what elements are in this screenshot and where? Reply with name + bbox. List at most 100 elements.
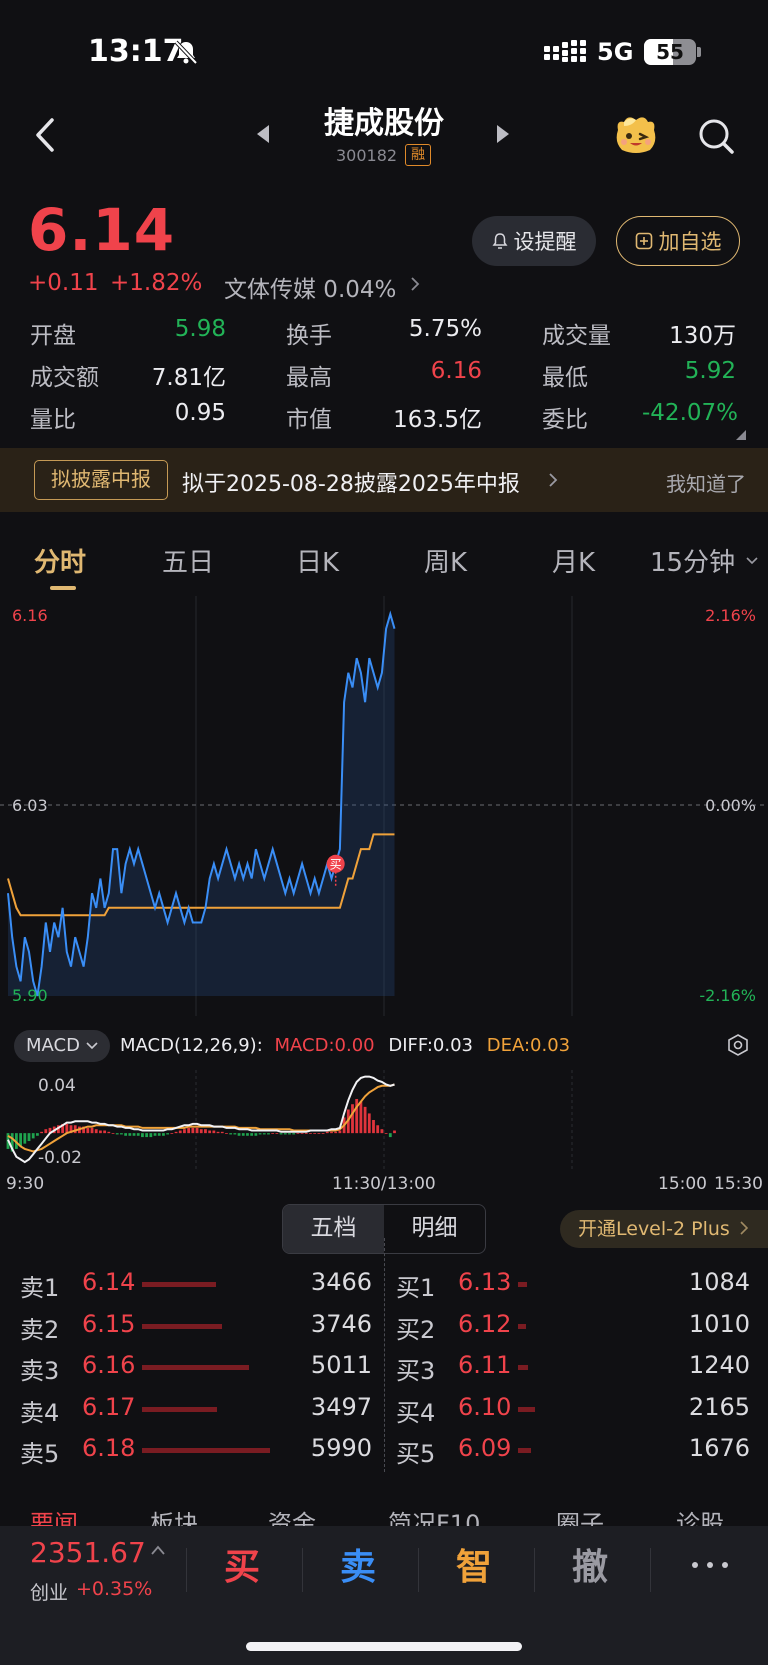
- volume-bar: [142, 1282, 216, 1287]
- bid-row[interactable]: 买2 6.12 1010: [396, 1310, 750, 1350]
- network-label: 5G: [597, 38, 634, 66]
- macd-bar: [120, 1133, 123, 1135]
- stat-value: 5.92: [684, 358, 736, 384]
- hexagon-settings-icon[interactable]: [726, 1033, 750, 1057]
- status-time: 13:17: [88, 34, 184, 69]
- y-axis-min-label: 5.90: [12, 986, 48, 1005]
- stat-value: 163.5亿: [393, 407, 482, 433]
- macd-bottom-label: -0.02: [38, 1148, 82, 1168]
- tab-five-levels[interactable]: 五档: [283, 1205, 384, 1253]
- bell-muted-icon: [174, 40, 198, 65]
- tab-daily-k[interactable]: 日K: [296, 542, 339, 579]
- level-volume: 1240: [688, 1351, 750, 1379]
- tab-diagnosis[interactable]: 诊股: [676, 1504, 724, 1526]
- macd-bar: [283, 1133, 287, 1135]
- bid-row[interactable]: 买5 6.09 1676: [396, 1434, 750, 1474]
- sector-link[interactable]: 文体传媒 0.04%: [224, 270, 396, 304]
- tab-sector[interactable]: 板块: [150, 1504, 198, 1526]
- macd-bar: [136, 1133, 140, 1136]
- price-change-percent: +1.82%: [110, 270, 203, 296]
- stat-value: 130万: [669, 323, 736, 349]
- intraday-chart[interactable]: 买 6.16 6.03 5.90 2.16% 0.00% -2.16%: [0, 596, 768, 1016]
- indicator-select[interactable]: MACD: [14, 1030, 110, 1062]
- macd-bar: [233, 1133, 237, 1135]
- y-axis-mid-label: 6.03: [12, 796, 48, 815]
- price-change: +0.11: [28, 270, 99, 296]
- macd-bar: [250, 1133, 254, 1136]
- search-icon[interactable]: [696, 116, 736, 156]
- stat-label: 最高: [286, 365, 332, 391]
- stat-label: 委比: [542, 407, 588, 433]
- ask-row[interactable]: 卖2 6.15 3746: [20, 1310, 372, 1350]
- set-alert-label: 设提醒: [513, 230, 577, 254]
- cancel-order-button[interactable]: 撤: [550, 1538, 630, 1590]
- macd-bar: [309, 1133, 312, 1134]
- expand-corner-icon[interactable]: [736, 430, 746, 440]
- bid-row[interactable]: 买4 6.10 2165: [396, 1393, 750, 1433]
- level-volume: 1084: [688, 1268, 750, 1296]
- ask-row[interactable]: 卖1 6.14 3466: [20, 1268, 372, 1308]
- sell-button[interactable]: 卖: [318, 1538, 398, 1590]
- trade-marker-label: 买: [330, 857, 342, 871]
- stat-value: 0.95: [174, 400, 226, 426]
- more-dots-icon[interactable]: [690, 1560, 730, 1570]
- macd-bar: [367, 1113, 371, 1134]
- ask-row[interactable]: 卖5 6.18 5990: [20, 1434, 372, 1474]
- battery-tip: [697, 47, 701, 57]
- tab-intraday[interactable]: 分时: [34, 542, 86, 579]
- macd-values: MACD(12,26,9): MACD:0.00 DIFF:0.03 DEA:0…: [120, 1035, 570, 1056]
- volume-bar: [518, 1282, 527, 1287]
- level-volume: 3466: [310, 1268, 372, 1296]
- time-axis: 9:30 11:30/13:00 15:00 15:30: [0, 1174, 768, 1198]
- macd-bar: [216, 1131, 220, 1134]
- index-value[interactable]: 2351.67: [30, 1536, 146, 1569]
- chevron-up-icon[interactable]: [150, 1544, 166, 1556]
- tab-f10[interactable]: 简况F10: [388, 1504, 480, 1526]
- tab-15min[interactable]: 15分钟: [650, 542, 735, 579]
- chevron-right-icon: [549, 473, 558, 487]
- ask-row[interactable]: 卖4 6.17 3497: [20, 1393, 372, 1433]
- orderbook-divider: [384, 1238, 385, 1472]
- tab-circle[interactable]: 圈子: [556, 1504, 604, 1526]
- next-stock-icon[interactable]: [496, 124, 510, 144]
- macd-bar: [90, 1127, 94, 1134]
- level2-upgrade-button[interactable]: 开通Level-2 Plus: [560, 1210, 768, 1248]
- level-label: 卖3: [20, 1357, 60, 1385]
- macd-bar: [351, 1104, 354, 1134]
- mascot-icon[interactable]: [612, 112, 660, 156]
- macd-bar: [149, 1133, 153, 1138]
- macd-params: MACD(12,26,9):: [120, 1035, 263, 1056]
- time-tick: 11:30/13:00: [332, 1174, 436, 1194]
- ask-row[interactable]: 卖3 6.16 5011: [20, 1351, 372, 1391]
- macd-bar: [288, 1133, 291, 1135]
- tab-underline: [50, 586, 76, 590]
- indicator-name: MACD: [26, 1035, 80, 1056]
- level-label: 卖2: [20, 1315, 60, 1344]
- macd-chart[interactable]: 0.04 -0.02: [0, 1070, 768, 1170]
- macd-bar: [99, 1130, 102, 1134]
- tab-details[interactable]: 明细: [384, 1205, 485, 1253]
- tab-news[interactable]: 要闻: [30, 1504, 78, 1526]
- buy-button[interactable]: 买: [202, 1538, 282, 1590]
- smart-button[interactable]: 智: [434, 1538, 514, 1590]
- home-indicator[interactable]: [246, 1642, 522, 1651]
- tab-monthly-k[interactable]: 月K: [552, 542, 595, 579]
- add-watchlist-button[interactable]: 加自选: [616, 216, 740, 266]
- level-label: 卖5: [20, 1440, 60, 1468]
- volume-bar: [518, 1406, 535, 1412]
- notice-text[interactable]: 拟于2025-08-28披露2025年中报: [182, 466, 520, 498]
- macd-value: MACD:0.00: [274, 1035, 375, 1056]
- set-alert-button[interactable]: 设提醒: [472, 216, 596, 266]
- level-volume: 5990: [310, 1434, 372, 1462]
- bid-row[interactable]: 买1 6.13 1084: [396, 1268, 750, 1308]
- notice-dismiss-button[interactable]: 我知道了: [666, 468, 746, 497]
- chart-period-tabs: 分时 五日 日K 周K 月K 15分钟: [0, 520, 768, 592]
- macd-bar: [145, 1133, 149, 1138]
- tab-funds[interactable]: 资金: [268, 1504, 316, 1526]
- macd-bar: [94, 1129, 98, 1134]
- bid-row[interactable]: 买3 6.11 1240: [396, 1351, 750, 1391]
- y-axis-max-label: 6.16: [12, 606, 48, 625]
- chevron-down-icon[interactable]: [746, 556, 758, 566]
- tab-five-day[interactable]: 五日: [162, 542, 214, 579]
- tab-weekly-k[interactable]: 周K: [424, 542, 467, 579]
